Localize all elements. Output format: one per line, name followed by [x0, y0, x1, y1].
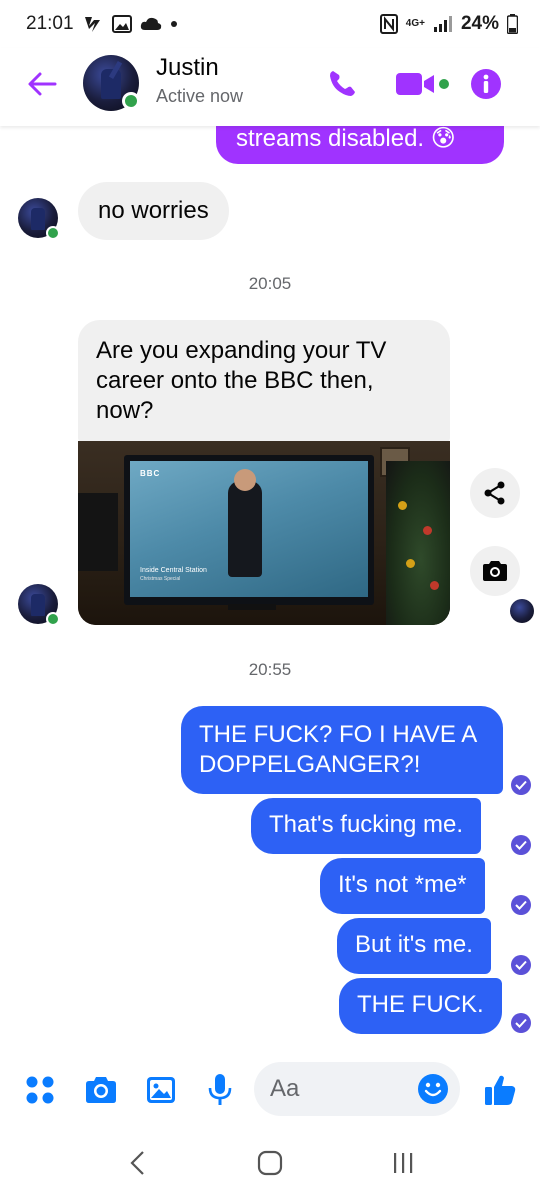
- message-text: Are you expanding your TV career onto th…: [96, 337, 387, 424]
- save-photo-button[interactable]: [470, 546, 520, 596]
- message-bubble-incoming[interactable]: Are you expanding your TV career onto th…: [78, 320, 450, 442]
- read-receipt-icon: [511, 895, 531, 915]
- info-icon: [471, 69, 501, 99]
- image-icon: [147, 1077, 175, 1103]
- read-receipt-icon: [511, 955, 531, 975]
- nav-recents-button[interactable]: [373, 1133, 433, 1193]
- more-actions-button[interactable]: [18, 1068, 62, 1112]
- message-text: THE FUCK? FO I HAVE A DOPPELGANGER?!: [199, 721, 476, 778]
- message-composer: [0, 1060, 540, 1120]
- message-list[interactable]: streams disabled. 😰 no worries 20:05 Are…: [0, 126, 540, 1056]
- nav-back-button[interactable]: [107, 1133, 167, 1193]
- read-receipt-icon: [511, 835, 531, 855]
- share-photo-button[interactable]: [470, 468, 520, 518]
- battery-icon: [507, 14, 518, 34]
- photo-caption-title: Inside Central Station: [140, 567, 207, 574]
- read-receipt-icon: [511, 775, 531, 795]
- app-notification-icon: [82, 14, 104, 34]
- seen-by-avatar: [510, 599, 534, 623]
- video-camera-icon: [396, 73, 449, 95]
- online-indicator: [46, 226, 60, 240]
- online-indicator: [46, 612, 60, 626]
- conversation-info-button[interactable]: [466, 64, 506, 104]
- timestamp-divider: 20:05: [248, 274, 292, 293]
- thumbs-up-icon: [485, 1075, 516, 1105]
- photo-caption-subtitle: Christmas Special: [140, 576, 181, 582]
- status-time: 21:01: [26, 13, 74, 34]
- message-bubble-incoming[interactable]: no worries: [78, 182, 229, 240]
- message-bubble-outgoing[interactable]: But it's me.: [337, 918, 491, 974]
- message-text: It's not *me*: [338, 871, 467, 898]
- message-bubble-outgoing[interactable]: THE FUCK? FO I HAVE A DOPPELGANGER?!: [181, 706, 503, 794]
- recent-apps-icon: [394, 1153, 413, 1173]
- cloud-icon: [140, 17, 162, 31]
- voice-message-button[interactable]: [198, 1068, 242, 1112]
- message-bubble-outgoing[interactable]: It's not *me*: [320, 858, 485, 914]
- phone-icon: [330, 71, 355, 96]
- home-icon: [257, 1150, 283, 1176]
- contact-active-status: Active now: [156, 86, 244, 106]
- more-notifications-dot-icon: [170, 20, 178, 28]
- message-text: streams disabled. 😰: [236, 126, 456, 152]
- message-text: THE FUCK.: [357, 991, 484, 1018]
- contact-name[interactable]: Justin: [156, 54, 219, 82]
- system-navigation-bar: [0, 1126, 540, 1200]
- chevron-left-icon: [130, 1151, 144, 1175]
- microphone-icon: [208, 1074, 232, 1105]
- message-bubble-outgoing[interactable]: That's fucking me.: [251, 798, 481, 854]
- message-bubble-outgoing[interactable]: streams disabled. 😰: [216, 126, 504, 164]
- gallery-button[interactable]: [139, 1068, 183, 1112]
- camera-icon: [483, 561, 507, 581]
- status-bar: 21:01 4G+ 24%: [0, 0, 540, 48]
- camera-button[interactable]: [79, 1068, 123, 1112]
- message-text: But it's me.: [355, 931, 473, 958]
- signal-strength-icon: [433, 15, 453, 33]
- gallery-notification-icon: [111, 15, 132, 33]
- emoji-button[interactable]: [414, 1070, 452, 1108]
- back-button[interactable]: [24, 66, 60, 102]
- message-text: no worries: [98, 197, 209, 224]
- message-bubble-outgoing[interactable]: THE FUCK.: [339, 978, 502, 1034]
- message-photo-attachment[interactable]: BBC Inside Central Station Christmas Spe…: [78, 441, 450, 625]
- smiley-icon: [418, 1074, 448, 1104]
- camera-icon: [86, 1077, 116, 1103]
- back-arrow-icon: [28, 72, 57, 96]
- voice-call-button[interactable]: [322, 64, 362, 104]
- video-call-button[interactable]: [392, 64, 452, 104]
- online-indicator: [122, 92, 140, 110]
- send-like-button[interactable]: [478, 1068, 522, 1112]
- network-type-label: 4G+: [405, 18, 425, 29]
- timestamp-divider: 20:55: [248, 660, 292, 679]
- conversation-header: Justin Active now: [0, 48, 540, 126]
- nfc-icon: [379, 14, 398, 34]
- share-icon: [484, 481, 505, 505]
- message-text: That's fucking me.: [269, 811, 463, 838]
- read-receipt-icon: [511, 1013, 531, 1033]
- nav-home-button[interactable]: [240, 1133, 300, 1193]
- apps-grid-icon: [26, 1076, 54, 1104]
- photo-caption-brand: BBC: [140, 469, 161, 478]
- battery-percent: 24%: [460, 13, 499, 34]
